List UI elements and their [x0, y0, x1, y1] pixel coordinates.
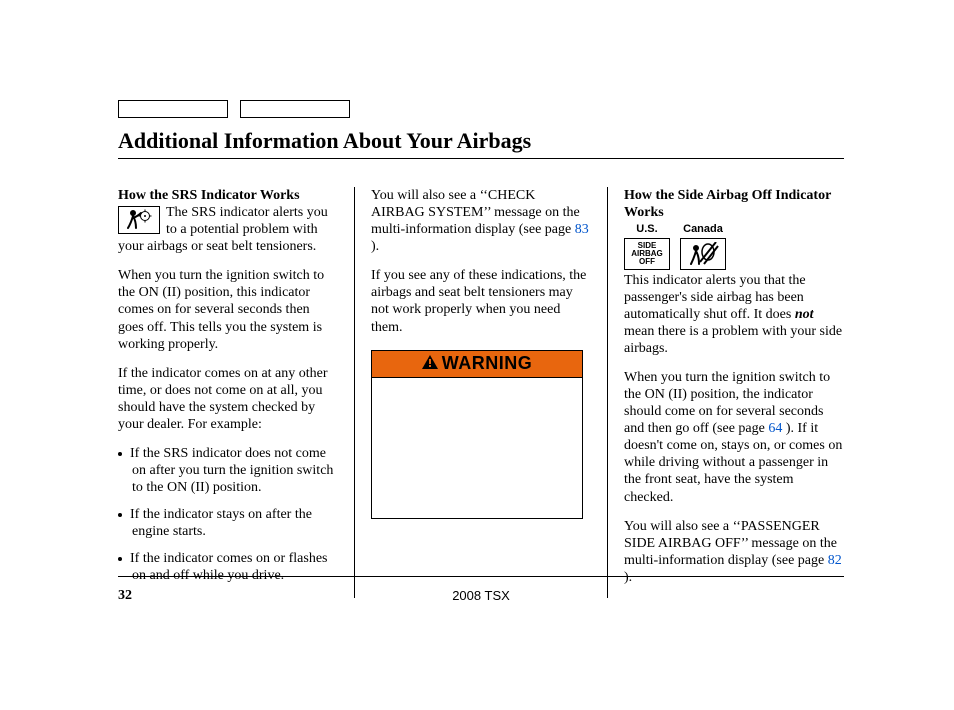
warning-header: WARNING: [372, 351, 582, 378]
document-page: Additional Information About Your Airbag…: [0, 0, 954, 710]
placeholder-box: [240, 100, 350, 118]
column-2: You will also see a ‘‘CHECK AIRBAG SYSTE…: [354, 187, 608, 598]
us-indicator: U.S. SIDE AIRBAG OFF: [624, 223, 670, 269]
page-number: 32: [118, 588, 132, 604]
column-1: How the SRS Indicator Works The SRS indi…: [118, 187, 354, 598]
warning-label: WARNING: [442, 353, 533, 375]
bullet-item: If the indicator comes on or flashes on …: [132, 550, 338, 584]
col1-heading: How the SRS Indicator Works: [118, 188, 300, 203]
warning-triangle-icon: [422, 355, 438, 373]
side-airbag-off-icon: [686, 242, 720, 266]
col1-p2: When you turn the ignition switch to the…: [118, 267, 338, 352]
warning-box: WARNING: [371, 350, 583, 519]
canada-label: Canada: [680, 223, 726, 236]
page-link-82[interactable]: 82: [828, 553, 842, 568]
title-rule: [118, 158, 844, 159]
col2-p1: You will also see a ‘‘CHECK AIRBAG SYSTE…: [371, 187, 591, 255]
col1-p3: If the indicator comes on at any other t…: [118, 365, 338, 433]
content-columns: How the SRS Indicator Works The SRS indi…: [118, 187, 844, 598]
col2-p2: If you see any of these indications, the…: [371, 267, 591, 335]
us-indicator-box: SIDE AIRBAG OFF: [624, 238, 670, 270]
page-title: Additional Information About Your Airbag…: [118, 128, 844, 156]
emphasis-not: not: [795, 307, 814, 322]
page-link-64[interactable]: 64: [768, 421, 782, 436]
col3-p1: This indicator alerts you that the passe…: [624, 272, 844, 357]
us-label: U.S.: [624, 223, 670, 236]
warning-body: [372, 378, 582, 518]
bullet-item: If the SRS indicator does not come on af…: [132, 445, 338, 496]
canada-indicator-box: [680, 238, 726, 270]
page-footer: 32 2008 TSX: [118, 588, 844, 604]
canada-indicator: Canada: [680, 223, 726, 269]
footer-rule: [118, 576, 844, 577]
bullet-item: If the indicator stays on after the engi…: [132, 506, 338, 540]
placeholder-boxes: [118, 100, 350, 118]
indicator-icons-row: U.S. SIDE AIRBAG OFF Canada: [624, 223, 844, 269]
srs-indicator-icon: [118, 206, 160, 234]
column-3: How the Side Airbag Off Indicator Works …: [608, 187, 844, 598]
vehicle-model: 2008 TSX: [452, 588, 510, 603]
col1-bullets: If the SRS indicator does not come on af…: [118, 445, 338, 585]
placeholder-box: [118, 100, 228, 118]
col3-p2: When you turn the ignition switch to the…: [624, 369, 844, 506]
page-link-83[interactable]: 83: [575, 222, 589, 237]
col3-heading: How the Side Airbag Off Indicator Works: [624, 188, 831, 220]
